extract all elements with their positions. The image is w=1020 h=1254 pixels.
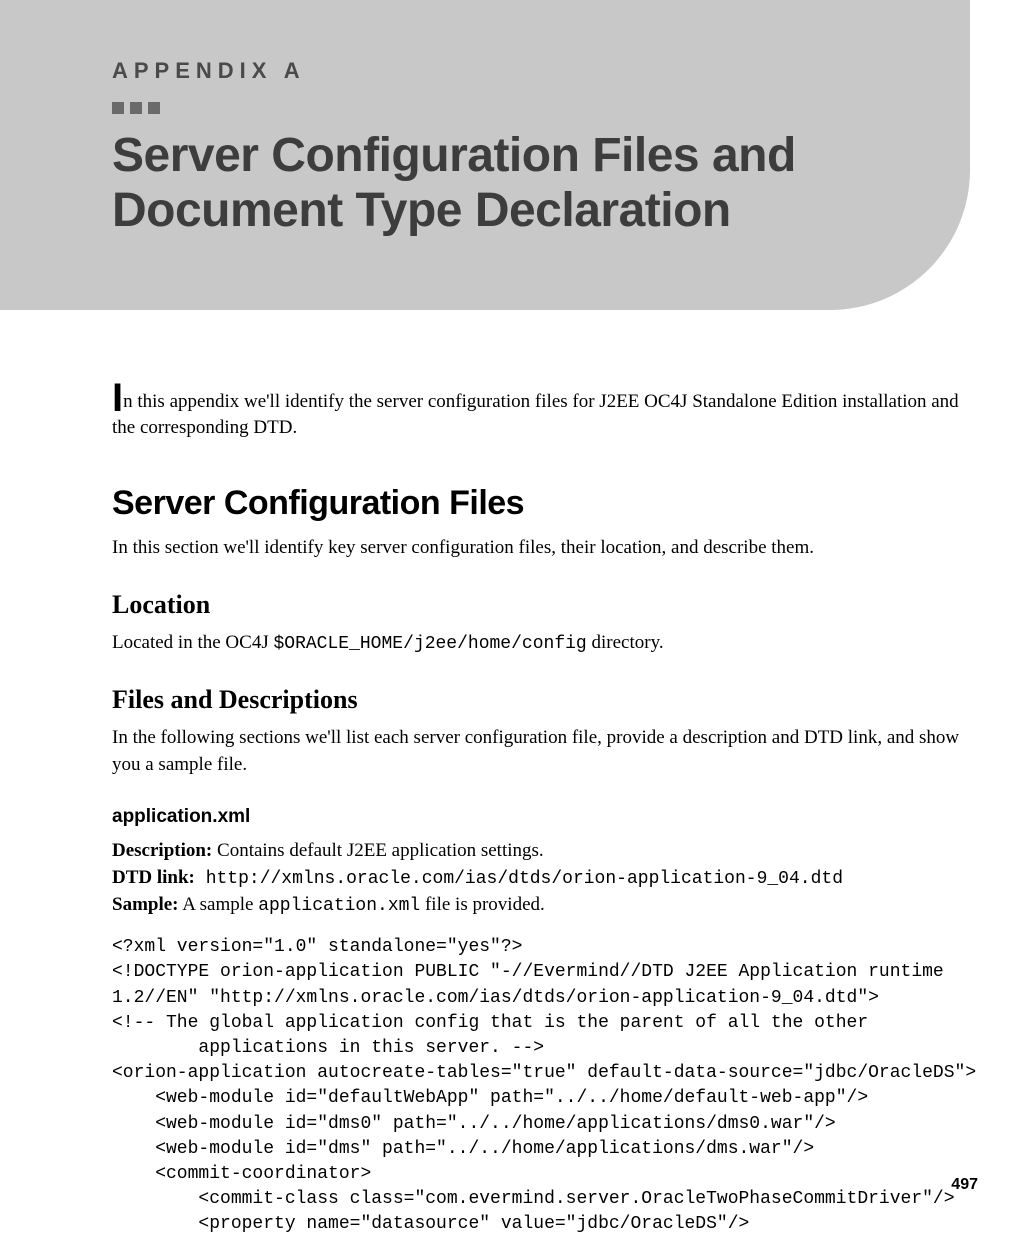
square-icon <box>130 102 142 114</box>
section-text: In this section we'll identify key serve… <box>112 535 960 562</box>
label: Description: <box>112 840 212 861</box>
section-heading: Server Configuration Files <box>112 484 960 523</box>
text: Located in the OC4J <box>112 632 273 653</box>
files-desc-text: In the following sections we'll list eac… <box>112 725 960 778</box>
value: Contains default J2EE application settin… <box>212 840 543 861</box>
appendix-label: APPENDIX A <box>112 58 970 84</box>
sample-line: Sample: A sample application.xml file is… <box>112 892 960 919</box>
title-line: Server Configuration Files and <box>112 128 970 183</box>
text: file is provided. <box>420 894 545 915</box>
square-icon <box>148 102 160 114</box>
dtd-link-line: DTD link: http://xmlns.oracle.com/ias/dt… <box>112 865 960 892</box>
subsection-heading-files: Files and Descriptions <box>112 685 960 715</box>
path-text: $ORACLE_HOME/j2ee/home/config <box>273 634 586 654</box>
chapter-header: APPENDIX A Server Configuration Files an… <box>0 0 970 310</box>
value: http://xmlns.oracle.com/ias/dtds/orion-a… <box>195 869 843 889</box>
intro-paragraph: In this appendix we'll identify the serv… <box>112 380 960 440</box>
dropcap: I <box>112 376 123 420</box>
location-text: Located in the OC4J $ORACLE_HOME/j2ee/ho… <box>112 630 960 657</box>
page-number: 497 <box>951 1176 978 1194</box>
text: A sample <box>179 894 259 915</box>
text: directory. <box>587 632 664 653</box>
chapter-title: Server Configuration Files and Document … <box>112 128 970 238</box>
decorative-squares <box>112 102 970 114</box>
code-sample: <?xml version="1.0" standalone="yes"?> <… <box>112 935 960 1237</box>
label: Sample: <box>112 894 179 915</box>
square-icon <box>112 102 124 114</box>
label: DTD link: <box>112 867 195 888</box>
intro-text: n this appendix we'll identify the serve… <box>112 391 959 438</box>
filename: application.xml <box>258 896 420 916</box>
title-line: Document Type Declaration <box>112 183 970 238</box>
subsection-heading-location: Location <box>112 590 960 620</box>
page-content: In this appendix we'll identify the serv… <box>0 310 1020 1237</box>
file-heading-application-xml: application.xml <box>112 806 960 828</box>
description-line: Description: Contains default J2EE appli… <box>112 838 960 865</box>
